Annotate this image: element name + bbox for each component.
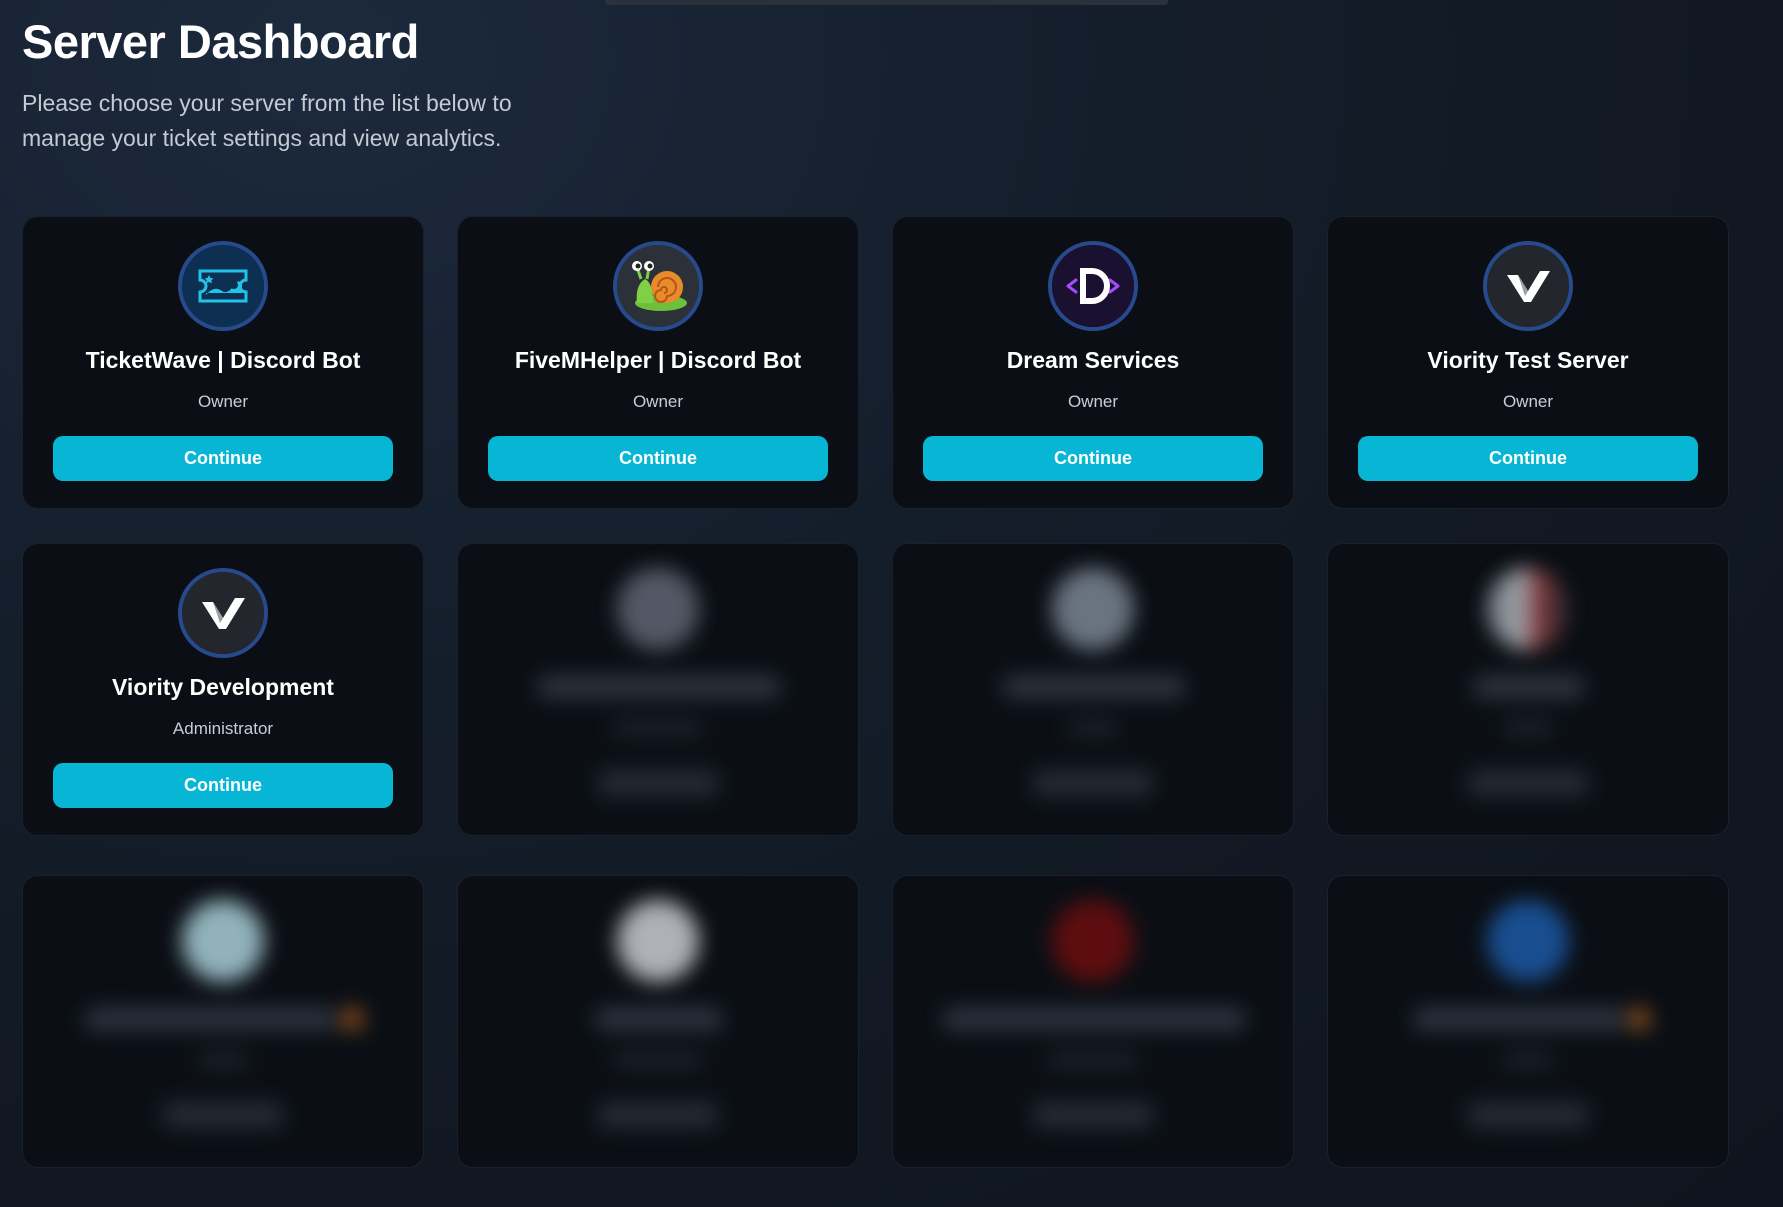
server-avatar [1483, 241, 1573, 331]
blurred-avatar [1487, 900, 1569, 982]
blurred-continue-button [1033, 770, 1153, 796]
server-card-ticketwave: TicketWave | Discord Bot Owner Continue [22, 216, 424, 509]
ticketwave-logo-icon [182, 245, 264, 327]
blurred-server-name [1003, 676, 1185, 698]
server-role: Owner [197, 392, 249, 411]
server-card-fivemhelper: FiveMHelper | Discord Bot Owner Continue [457, 216, 859, 509]
page-subtitle: Please choose your server from the list … [22, 90, 512, 151]
continue-button[interactable]: Continue [923, 436, 1263, 481]
continue-button[interactable]: Continue [488, 436, 828, 481]
server-card-locked [1327, 875, 1729, 1168]
blurred-emoji [341, 1008, 363, 1030]
blurred-server-name [1414, 1008, 1624, 1030]
page-title: Server Dashboard [22, 15, 419, 68]
blurred-server-name [85, 1008, 335, 1030]
top-scroll-indicator [605, 0, 1168, 5]
server-name: Viority Development [112, 674, 334, 700]
server-card-viority-test: Viority Test Server Owner Continue [1327, 216, 1729, 509]
server-avatar [613, 241, 703, 331]
server-card-locked [892, 543, 1294, 836]
server-role: Owner [1502, 392, 1554, 411]
server-card-locked [892, 875, 1294, 1168]
blurred-avatar [617, 900, 699, 982]
blurred-avatar [617, 568, 699, 650]
blurred-avatar [1052, 568, 1134, 650]
server-role: Owner [632, 392, 684, 411]
continue-button[interactable]: Continue [53, 436, 393, 481]
server-avatar [1048, 241, 1138, 331]
blurred-server-name [943, 1008, 1245, 1030]
continue-button[interactable]: Continue [53, 763, 393, 808]
server-avatar [178, 241, 268, 331]
server-role: Administrator [172, 719, 274, 738]
server-name: FiveMHelper | Discord Bot [514, 347, 802, 373]
blurred-server-role [1503, 721, 1553, 735]
blurred-server-name [1474, 676, 1584, 698]
server-avatar [178, 568, 268, 658]
blurred-emoji [1628, 1008, 1650, 1030]
server-card-locked [22, 875, 424, 1168]
blurred-server-name [538, 676, 780, 698]
server-name: Dream Services [1006, 347, 1180, 373]
server-card-locked [457, 875, 859, 1168]
server-card-locked [1327, 543, 1729, 836]
snail-icon [617, 245, 699, 327]
blurred-server-role [613, 721, 703, 735]
server-card-locked [457, 543, 859, 836]
blurred-server-name [596, 1008, 722, 1030]
continue-button[interactable]: Continue [1358, 436, 1698, 481]
server-name: Viority Test Server [1427, 347, 1629, 373]
viority-v-logo-icon [182, 572, 264, 654]
blurred-continue-button [1033, 1102, 1153, 1128]
blurred-server-role [1068, 721, 1118, 735]
server-card-viority-development: Viority Development Administrator Contin… [22, 543, 424, 836]
blurred-continue-button [163, 1102, 283, 1128]
dream-d-logo-icon [1052, 245, 1134, 327]
viority-v-logo-icon [1487, 245, 1569, 327]
blurred-server-role [1503, 1053, 1553, 1067]
blurred-server-role [613, 1053, 703, 1067]
blurred-avatar [1052, 900, 1134, 982]
server-card-dream-services: Dream Services Owner Continue [892, 216, 1294, 509]
blurred-continue-button [598, 1102, 718, 1128]
blurred-avatar [182, 900, 264, 982]
blurred-continue-button [598, 770, 718, 796]
blurred-server-role [198, 1053, 248, 1067]
blurred-avatar [1487, 568, 1569, 650]
blurred-server-role [1048, 1053, 1138, 1067]
blurred-continue-button [1468, 1102, 1588, 1128]
server-role: Owner [1067, 392, 1119, 411]
server-name: TicketWave | Discord Bot [85, 347, 361, 373]
blurred-continue-button [1468, 770, 1588, 796]
